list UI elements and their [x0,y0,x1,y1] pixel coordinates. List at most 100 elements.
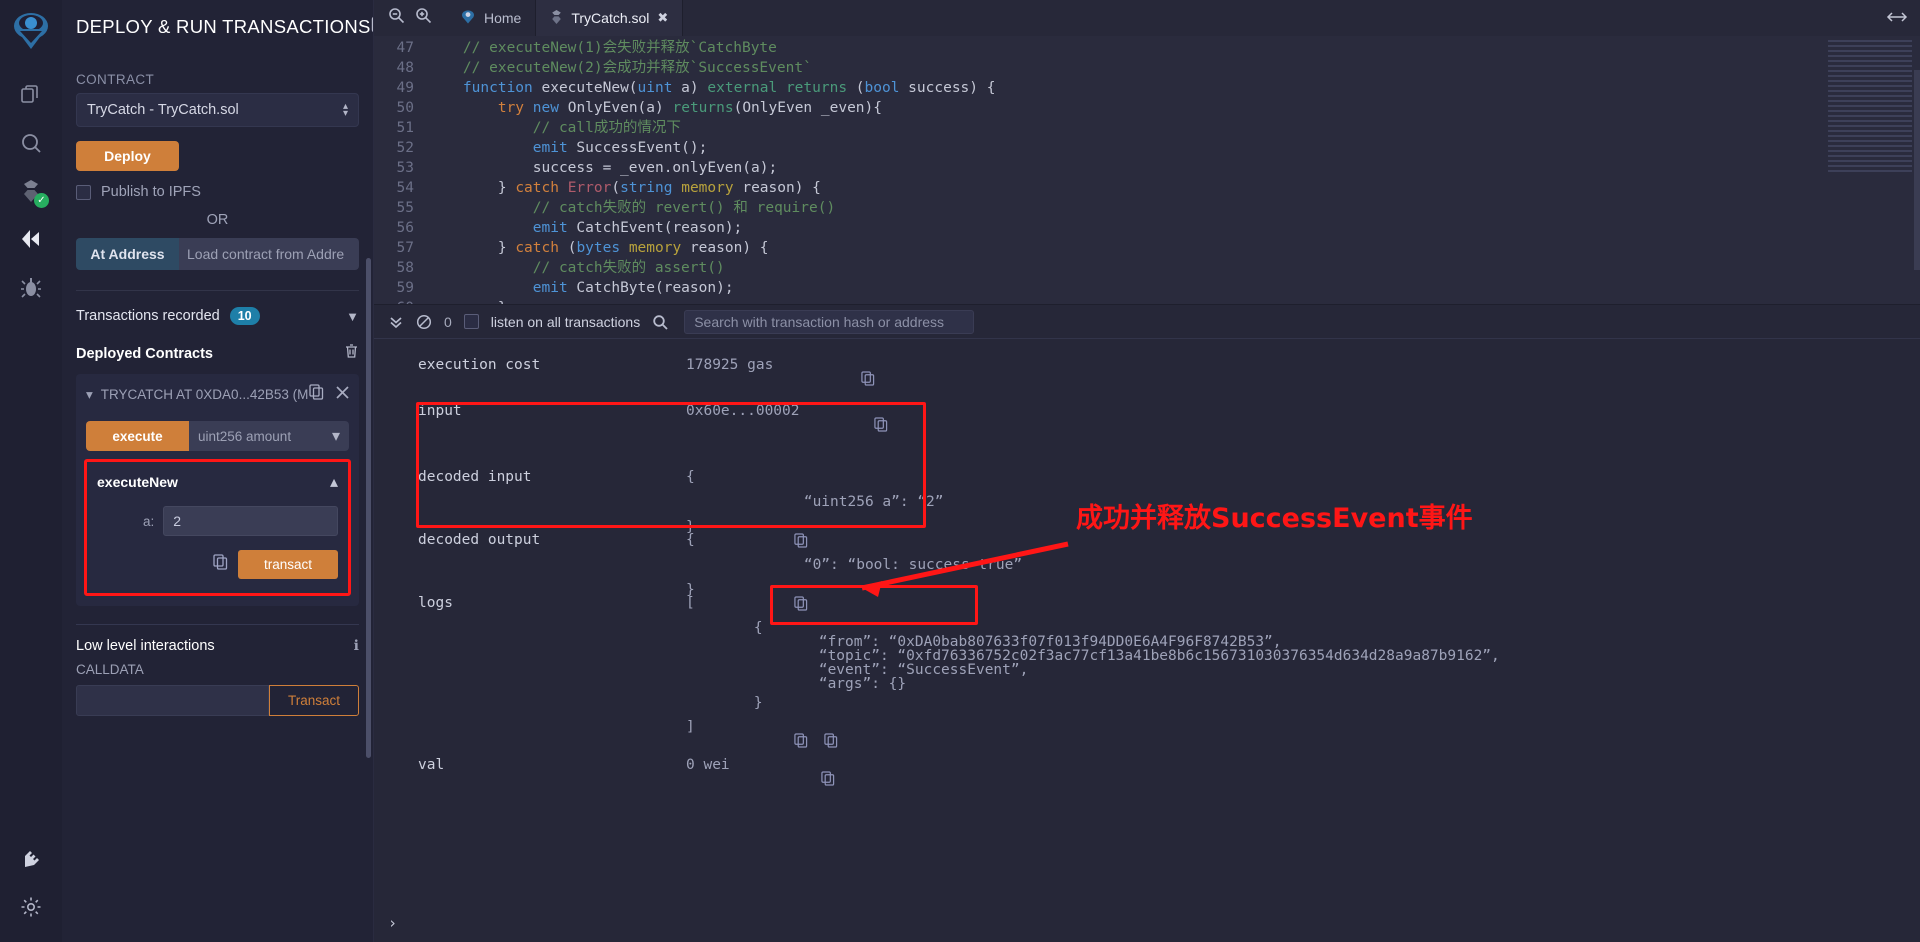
annotation-label: 成功并释放SuccessEvent事件 [1076,503,1473,534]
terminal-search-input[interactable]: Search with transaction hash or address [684,309,975,334]
debugger-icon[interactable] [9,264,53,310]
transactions-recorded-row[interactable]: Transactions recorded 10 ▼ [76,307,359,325]
code-line[interactable]: // executeNew(2)会成功并释放`SuccessEvent` [428,58,1920,78]
info-icon[interactable]: ℹ [354,637,359,654]
code-line[interactable]: } [428,298,1920,304]
code-token: // executeNew(1)会失败并释放`CatchByte [428,40,777,56]
line-number-gutter: 47 48 49 50 51 52 53 54 55 56 57 58 59 60 [374,36,428,304]
low-level-transact-button[interactable]: Transact [269,685,359,716]
code-line[interactable]: try new OnlyEven(a) returns(OnlyEven _ev… [428,98,1920,118]
calldata-label: CALLDATA [76,662,144,677]
at-address-row: At Address Load contract from Addre [76,238,359,270]
tab-trycatch-sol[interactable]: TryCatch.sol ✖ [536,0,684,36]
publish-ipfs-row[interactable]: Publish to IPFS [76,184,359,200]
clear-deployed-contracts-icon[interactable] [344,343,359,364]
code-line[interactable]: // catch失败的 revert() 和 require() [428,198,1920,218]
deployed-contract-title-wrap: ▾ TRYCATCH AT 0XDA0...42B53 (ME [86,387,309,403]
sidebar-scrollbar[interactable] [366,258,371,758]
copy-icon[interactable] [309,384,324,405]
code-token: SuccessEvent(); [567,140,708,156]
listen-all-transactions-label: listen on all transactions [490,313,641,330]
code-line[interactable]: function executeNew(uint a) external ret… [428,78,1920,98]
execute-button[interactable]: execute [86,421,189,451]
line-number: 60 [374,298,414,304]
code-content[interactable]: // executeNew(1)会失败并释放`CatchByte // exec… [428,36,1920,304]
clear-console-icon[interactable] [416,314,432,330]
at-address-button[interactable]: At Address [76,238,179,270]
deployed-contract-header[interactable]: ▾ TRYCATCH AT 0XDA0...42B53 (ME [76,374,359,415]
code-line[interactable]: success = _even.onlyEven(a); [428,158,1920,178]
close-icon[interactable] [336,385,349,404]
calldata-input[interactable] [76,685,269,716]
code-minimap[interactable] [1828,40,1912,172]
code-token: CatchEvent(reason); [567,220,743,236]
terminal-toolbar: 0 listen on all transactions Search with… [374,305,1920,339]
copy-icon[interactable] [787,401,888,452]
execute-new-arg-row: a: 2 [97,506,338,536]
line-number: 52 [396,140,414,156]
code-line[interactable]: emit CatchByte(reason); [428,278,1920,298]
code-token: emit [532,280,568,296]
code-token: success = _even.onlyEven(a); [428,160,778,176]
listen-all-transactions-checkbox[interactable] [463,314,479,329]
code-token: catch [515,180,559,196]
code-line[interactable]: // executeNew(1)会失败并释放`CatchByte [428,38,1920,58]
zoom-out-icon[interactable] [388,7,405,29]
tab-home[interactable]: Home [446,0,537,36]
code-token: a) [672,80,708,96]
copy-icon[interactable] [774,355,875,406]
deploy-button[interactable]: Deploy [76,141,179,171]
code-line[interactable]: emit CatchEvent(reason); [428,218,1920,238]
code-token: ( [847,80,865,96]
icon-rail: ✓ [0,0,62,942]
execute-new-header[interactable]: executeNew ▴ [97,472,338,492]
code-token: success) { [899,80,996,96]
transact-button[interactable]: transact [238,550,338,579]
file-explorer-icon[interactable] [9,72,53,118]
solidity-compiler-icon[interactable]: ✓ [9,168,53,214]
chevron-down-icon[interactable]: ▼ [346,309,359,324]
plugin-manager-icon[interactable] [9,836,53,882]
code-line[interactable]: } catch (bytes memory reason) { [428,238,1920,258]
zoom-in-icon[interactable] [415,7,432,29]
deploy-run-icon[interactable] [9,216,53,262]
row-value-execution-cost: 178925 gas [686,357,774,373]
search-icon[interactable] [652,314,668,330]
chevron-down-icon[interactable]: ▾ [323,421,349,451]
code-token: CatchByte(reason); [567,280,734,296]
editor-scrollbar[interactable] [1914,70,1920,270]
copy-calldata-icon[interactable] [213,554,228,575]
copy-icon[interactable] [734,755,835,806]
contract-select[interactable]: TryCatch - TryCatch.sol ▴ ▾ [76,93,359,127]
chevron-up-icon[interactable]: ▴ [330,472,338,492]
chevron-down-icon[interactable]: ▾ [86,387,93,403]
row-value-decoded-output-l1: “0”: “bool: success true” [734,557,1023,573]
expand-horizontal-icon[interactable] [1886,9,1908,30]
terminal-output[interactable]: execution cost 178925 gas input 0x60e...… [374,339,1920,942]
code-line[interactable]: } catch Error(string memory reason) { [428,178,1920,198]
calldata-row: Transact [76,685,359,716]
contract-select-value: TryCatch - TryCatch.sol [87,102,239,118]
search-icon[interactable] [9,120,53,166]
low-level-title: Low level interactions [76,637,215,654]
at-address-input[interactable]: Load contract from Addre [179,238,359,270]
execute-new-arg-input[interactable]: 2 [163,506,338,536]
row-value-decoded-output-l0: { [686,532,695,548]
transactions-recorded-label: Transactions recorded [76,308,220,324]
line-number: 53 [396,160,414,176]
code-token: ( [558,240,577,256]
row-key-logs: logs [418,595,453,611]
execute-amount-input[interactable]: uint256 amount [189,421,323,451]
code-line[interactable]: emit SuccessEvent(); [428,138,1920,158]
double-chevron-down-icon[interactable] [388,314,404,330]
close-icon[interactable]: ✖ [657,10,668,26]
publish-ipfs-checkbox[interactable] [76,184,91,200]
execute-function-row: execute uint256 amount ▾ [86,421,349,451]
terminal-prompt-arrow[interactable]: › [388,914,397,932]
code-token: executeNew( [532,80,638,96]
code-editor[interactable]: 47 48 49 50 51 52 53 54 55 56 57 58 59 60 // executeN… [374,36,1920,304]
code-line[interactable]: // catch失败的 assert() [428,258,1920,278]
code-line[interactable]: // call成功的情况下 [428,118,1920,138]
settings-icon[interactable] [9,884,53,930]
